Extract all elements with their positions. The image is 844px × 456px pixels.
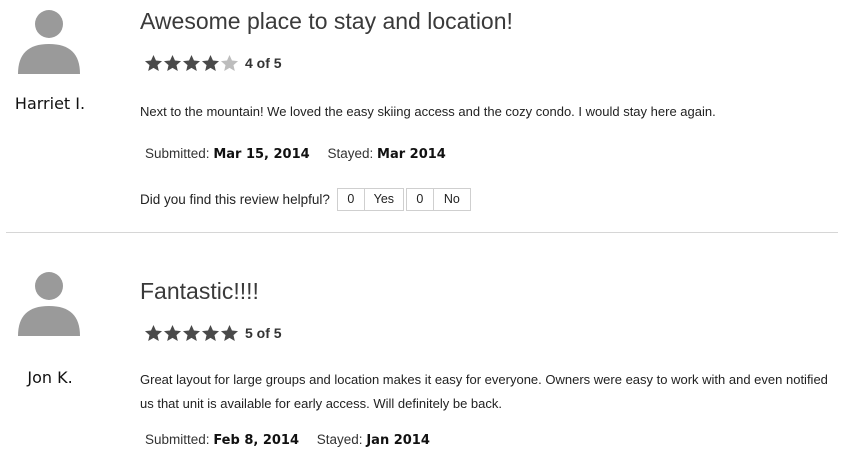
star-rating: 5 of 5 — [144, 324, 282, 342]
yes-label[interactable]: Yes — [365, 189, 403, 210]
yes-count: 0 — [338, 189, 365, 210]
no-count: 0 — [407, 189, 434, 210]
submitted-date: Feb 8, 2014 — [213, 433, 300, 448]
star-filled-icon — [182, 54, 201, 72]
stayed-label: Stayed: — [316, 432, 363, 447]
submitted-label: Submitted: — [145, 432, 210, 447]
star-empty-icon — [220, 54, 239, 72]
review-meta: Submitted: Feb 8, 2014 Stayed: Jan 2014 — [145, 432, 430, 448]
reviewer-name: Jon K. — [27, 368, 73, 387]
star-filled-icon — [201, 324, 220, 342]
stayed-label: Stayed: — [327, 146, 374, 161]
star-rating: 4 of 5 — [144, 54, 282, 72]
divider — [6, 232, 838, 233]
star-filled-icon — [144, 54, 163, 72]
user-silhouette-icon — [18, 10, 80, 74]
user-silhouette-icon — [18, 272, 80, 336]
star-filled-icon — [144, 324, 163, 342]
stayed-date: Mar 2014 — [377, 147, 446, 162]
review-title: Awesome place to stay and location! — [140, 8, 513, 34]
helpful-question: Did you find this review helpful? — [140, 192, 330, 207]
avatar — [14, 2, 84, 74]
review-body: Next to the mountain! We loved the easy … — [140, 104, 716, 119]
star-filled-icon — [220, 324, 239, 342]
no-label[interactable]: No — [434, 189, 470, 210]
rating-text: 5 of 5 — [245, 325, 282, 341]
review-title: Fantastic!!!! — [140, 278, 259, 304]
stars — [144, 324, 239, 342]
star-filled-icon — [182, 324, 201, 342]
review-card: Jon K. Fantastic!!!! 5 of 5 Great layout… — [0, 234, 844, 456]
rating-text: 4 of 5 — [245, 55, 282, 71]
helpful-prompt: Did you find this review helpful? 0 Yes … — [140, 188, 471, 211]
stayed-date: Jan 2014 — [366, 433, 430, 448]
stars — [144, 54, 239, 72]
review-meta: Submitted: Mar 15, 2014 Stayed: Mar 2014 — [145, 146, 446, 162]
review-body: Great layout for large groups and locati… — [140, 372, 828, 411]
helpful-yes-button[interactable]: 0 Yes — [336, 188, 404, 211]
helpful-no-button[interactable]: 0 No — [405, 188, 471, 211]
star-filled-icon — [163, 54, 182, 72]
submitted-label: Submitted: — [145, 146, 210, 161]
reviewer-name: Harriet I. — [14, 94, 86, 113]
star-filled-icon — [201, 54, 220, 72]
submitted-date: Mar 15, 2014 — [213, 147, 310, 162]
star-filled-icon — [163, 324, 182, 342]
review-card: Harriet I. Awesome place to stay and loc… — [0, 0, 844, 232]
avatar — [14, 264, 84, 336]
